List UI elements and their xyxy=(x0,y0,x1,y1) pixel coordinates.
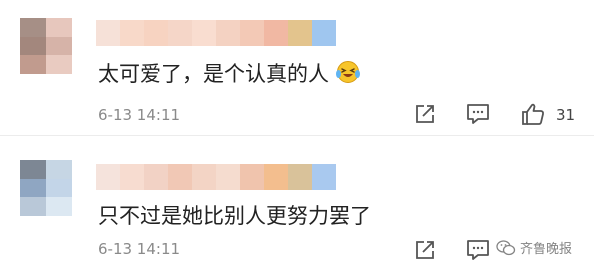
comment-timestamp: 6-13 14:11 xyxy=(98,106,181,124)
laughing-crying-emoji-icon xyxy=(335,60,361,89)
watermark-label: 齐鲁晚报 xyxy=(520,242,573,257)
thumbs-up-icon[interactable] xyxy=(521,103,545,129)
avatar-cell xyxy=(46,160,72,179)
blur-block xyxy=(264,164,288,190)
avatar-cell xyxy=(46,197,72,216)
comment-text: 只不过是她比别人更努力罢了 xyxy=(98,204,371,228)
avatar-cell xyxy=(20,18,46,37)
blur-block xyxy=(264,20,288,46)
comment-timestamp: 6-13 14:11 xyxy=(98,240,181,258)
avatar[interactable] xyxy=(20,18,72,74)
blur-block xyxy=(288,164,312,190)
avatar-cell xyxy=(46,55,72,74)
username-blurred[interactable] xyxy=(96,164,336,190)
comment-item: 太可爱了，是个认真的人 6-13 14:11 31 xyxy=(0,0,594,136)
blur-block xyxy=(168,20,192,46)
avatar-cell xyxy=(20,160,46,179)
blur-block xyxy=(288,20,312,46)
share-icon[interactable] xyxy=(414,239,436,265)
blur-block xyxy=(240,20,264,46)
avatar-cell xyxy=(46,178,72,198)
avatar-cell xyxy=(20,178,46,198)
blur-block xyxy=(144,20,168,46)
avatar-cell xyxy=(46,18,72,37)
reply-icon[interactable] xyxy=(466,103,490,129)
blur-block xyxy=(168,164,192,190)
avatar-cell xyxy=(46,36,72,56)
like-count: 31 xyxy=(556,106,576,124)
avatar-cell xyxy=(20,36,46,56)
comment-text-content: 太可爱了，是个认真的人 xyxy=(98,62,329,86)
blur-block xyxy=(120,20,144,46)
blur-block xyxy=(192,20,216,46)
avatar-cell xyxy=(20,197,46,216)
blur-block xyxy=(216,20,240,46)
blur-block xyxy=(96,20,120,46)
avatar-cell xyxy=(20,55,46,74)
blur-block xyxy=(216,164,240,190)
blur-block xyxy=(312,164,336,190)
watermark: 齐鲁晚报 xyxy=(496,238,572,257)
username-blurred[interactable] xyxy=(96,20,336,46)
blur-block xyxy=(96,164,120,190)
share-icon[interactable] xyxy=(414,103,436,129)
comment-item: 只不过是她比别人更努力罢了 6-13 14:11 齐鲁晚报 xyxy=(0,136,594,272)
comment-text: 太可爱了，是个认真的人 xyxy=(98,58,361,89)
blur-block xyxy=(144,164,168,190)
blur-block xyxy=(120,164,144,190)
reply-icon[interactable] xyxy=(466,239,490,265)
wechat-icon xyxy=(496,239,516,256)
blur-block xyxy=(192,164,216,190)
blur-block xyxy=(312,20,336,46)
blur-block xyxy=(240,164,264,190)
avatar[interactable] xyxy=(20,160,72,216)
